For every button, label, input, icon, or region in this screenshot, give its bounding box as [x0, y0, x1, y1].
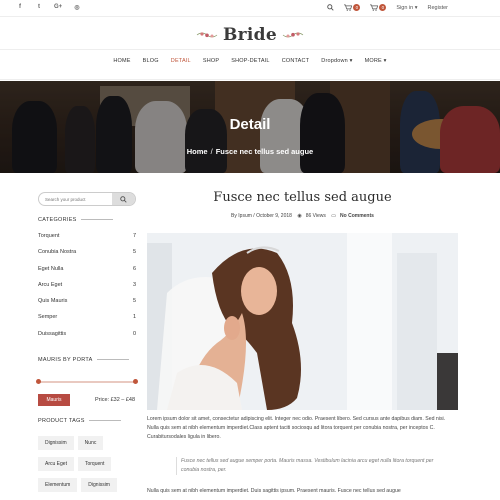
nav-item-more[interactable]: MORE ▾	[365, 58, 387, 72]
main-nav: HOME BLOG DETAIL SHOP SHOP-DETAIL CONTAC…	[0, 58, 500, 72]
eye-icon: ◉	[297, 213, 302, 219]
price-slider[interactable]	[36, 379, 138, 384]
cart-icon[interactable]: 0	[344, 4, 361, 11]
post-image	[147, 233, 458, 410]
logo-text: Bride	[223, 25, 277, 45]
wishlist-icon[interactable]: 0	[370, 4, 387, 11]
nav-item-shop-detail[interactable]: SHOP-DETAIL	[231, 58, 269, 72]
breadcrumb-current: Fusce nec tellus sed augue	[215, 147, 314, 156]
search-icon	[119, 195, 127, 203]
tag[interactable]: Dignissim	[38, 436, 74, 450]
chevron-down-icon: ▾	[414, 4, 418, 11]
divider	[0, 79, 500, 80]
post-date: / October 9, 2018	[253, 213, 292, 219]
google-plus-icon[interactable]: G+	[54, 4, 62, 11]
author-link[interactable]: Ipsum	[238, 213, 252, 219]
post-paragraph: Nulla quis sem at nibh elementum imperdi…	[147, 488, 401, 494]
page-title: Detail	[229, 116, 271, 133]
nav-item-dropdown[interactable]: Dropdown ▾	[321, 58, 352, 72]
nav-item-blog[interactable]: BLOG	[143, 58, 159, 72]
signin-link[interactable]: Sign in ▾	[396, 5, 417, 11]
top-bar: f t G+ ◎ 0 0 Sign in ▾ Register	[0, 0, 500, 17]
floral-ornament-right-icon	[282, 32, 304, 38]
list-item[interactable]: Arcu Eget 3	[38, 282, 136, 298]
categories-heading: CATEGORIES	[38, 217, 113, 223]
product-search	[38, 192, 136, 206]
list-item[interactable]: Duissagittis 0	[38, 331, 136, 347]
divider	[0, 49, 500, 50]
category-list: Torquent 7 Conubia Nostra 5 Eget Nulla 6 Ar…	[38, 233, 136, 347]
nav-item-shop[interactable]: SHOP	[203, 58, 219, 72]
site-logo[interactable]: Bride	[0, 20, 500, 50]
list-item[interactable]: Semper 1	[38, 314, 136, 330]
comment-icon: ▭	[331, 213, 337, 219]
breadcrumb-separator: /	[210, 147, 213, 156]
search-button[interactable]	[111, 193, 135, 205]
nav-item-home[interactable]: HOME	[113, 58, 130, 72]
tag[interactable]: Nunc	[77, 436, 104, 450]
price-slider-min-handle[interactable]	[36, 379, 41, 384]
comments-link[interactable]: No Comments	[340, 213, 374, 219]
post-meta: By Ipsum / October 9, 2018 ◉ 86 Views ▭ No…	[147, 213, 458, 219]
instagram-icon[interactable]: ◎	[73, 4, 81, 11]
post-blockquote: Fusce nec tellus sed augue semper porta.…	[176, 457, 451, 475]
list-item[interactable]: Conubia Nostra 5	[38, 249, 136, 265]
post-paragraph: Lorem ipsum dolor sit amet, consectetur …	[147, 416, 446, 440]
author-prefix: By	[231, 213, 237, 219]
wishlist-count-badge: 0	[379, 4, 387, 11]
search-input[interactable]	[39, 193, 112, 205]
price-range: Price: £32 – £48	[95, 397, 136, 403]
nav-item-detail[interactable]: DETAIL	[171, 58, 191, 72]
social-links: f t G+ ◎	[16, 4, 81, 11]
view-count: 86 Views	[305, 213, 326, 219]
post-title: Fusce nec tellus sed augue	[213, 190, 392, 205]
breadcrumb-home[interactable]: Home	[187, 147, 208, 156]
price-filter-heading: MAURIS BY PORTA	[38, 357, 129, 363]
register-link[interactable]: Register	[428, 5, 448, 11]
price-slider-max-handle[interactable]	[133, 379, 138, 384]
nav-item-contact[interactable]: CONTACT	[282, 58, 310, 72]
filter-button[interactable]: Mauris	[38, 394, 70, 406]
top-actions: 0 0 Sign in ▾ Register	[327, 4, 448, 11]
tag[interactable]: Dignissim	[81, 478, 117, 492]
list-item[interactable]: Eget Nulla 6	[38, 266, 136, 282]
tag[interactable]: Elementum	[38, 478, 78, 492]
list-item[interactable]: Quis Mauris 5	[38, 298, 136, 314]
cart-count-badge: 0	[353, 4, 361, 11]
list-item[interactable]: Torquent 7	[38, 233, 136, 249]
breadcrumb: Home / Fusce nec tellus sed augue	[0, 147, 500, 156]
tags-heading: PRODUCT TAGS	[38, 418, 121, 424]
twitter-icon[interactable]: t	[35, 4, 43, 11]
facebook-icon[interactable]: f	[16, 4, 24, 11]
tag[interactable]: Torquent	[77, 457, 112, 471]
floral-ornament-left-icon	[196, 32, 218, 38]
tag[interactable]: Arcu Eget	[38, 457, 74, 471]
search-icon[interactable]	[327, 4, 335, 11]
tag-cloud: Dignissim Nunc Arcu Eget Torquent Elemen…	[38, 436, 118, 492]
